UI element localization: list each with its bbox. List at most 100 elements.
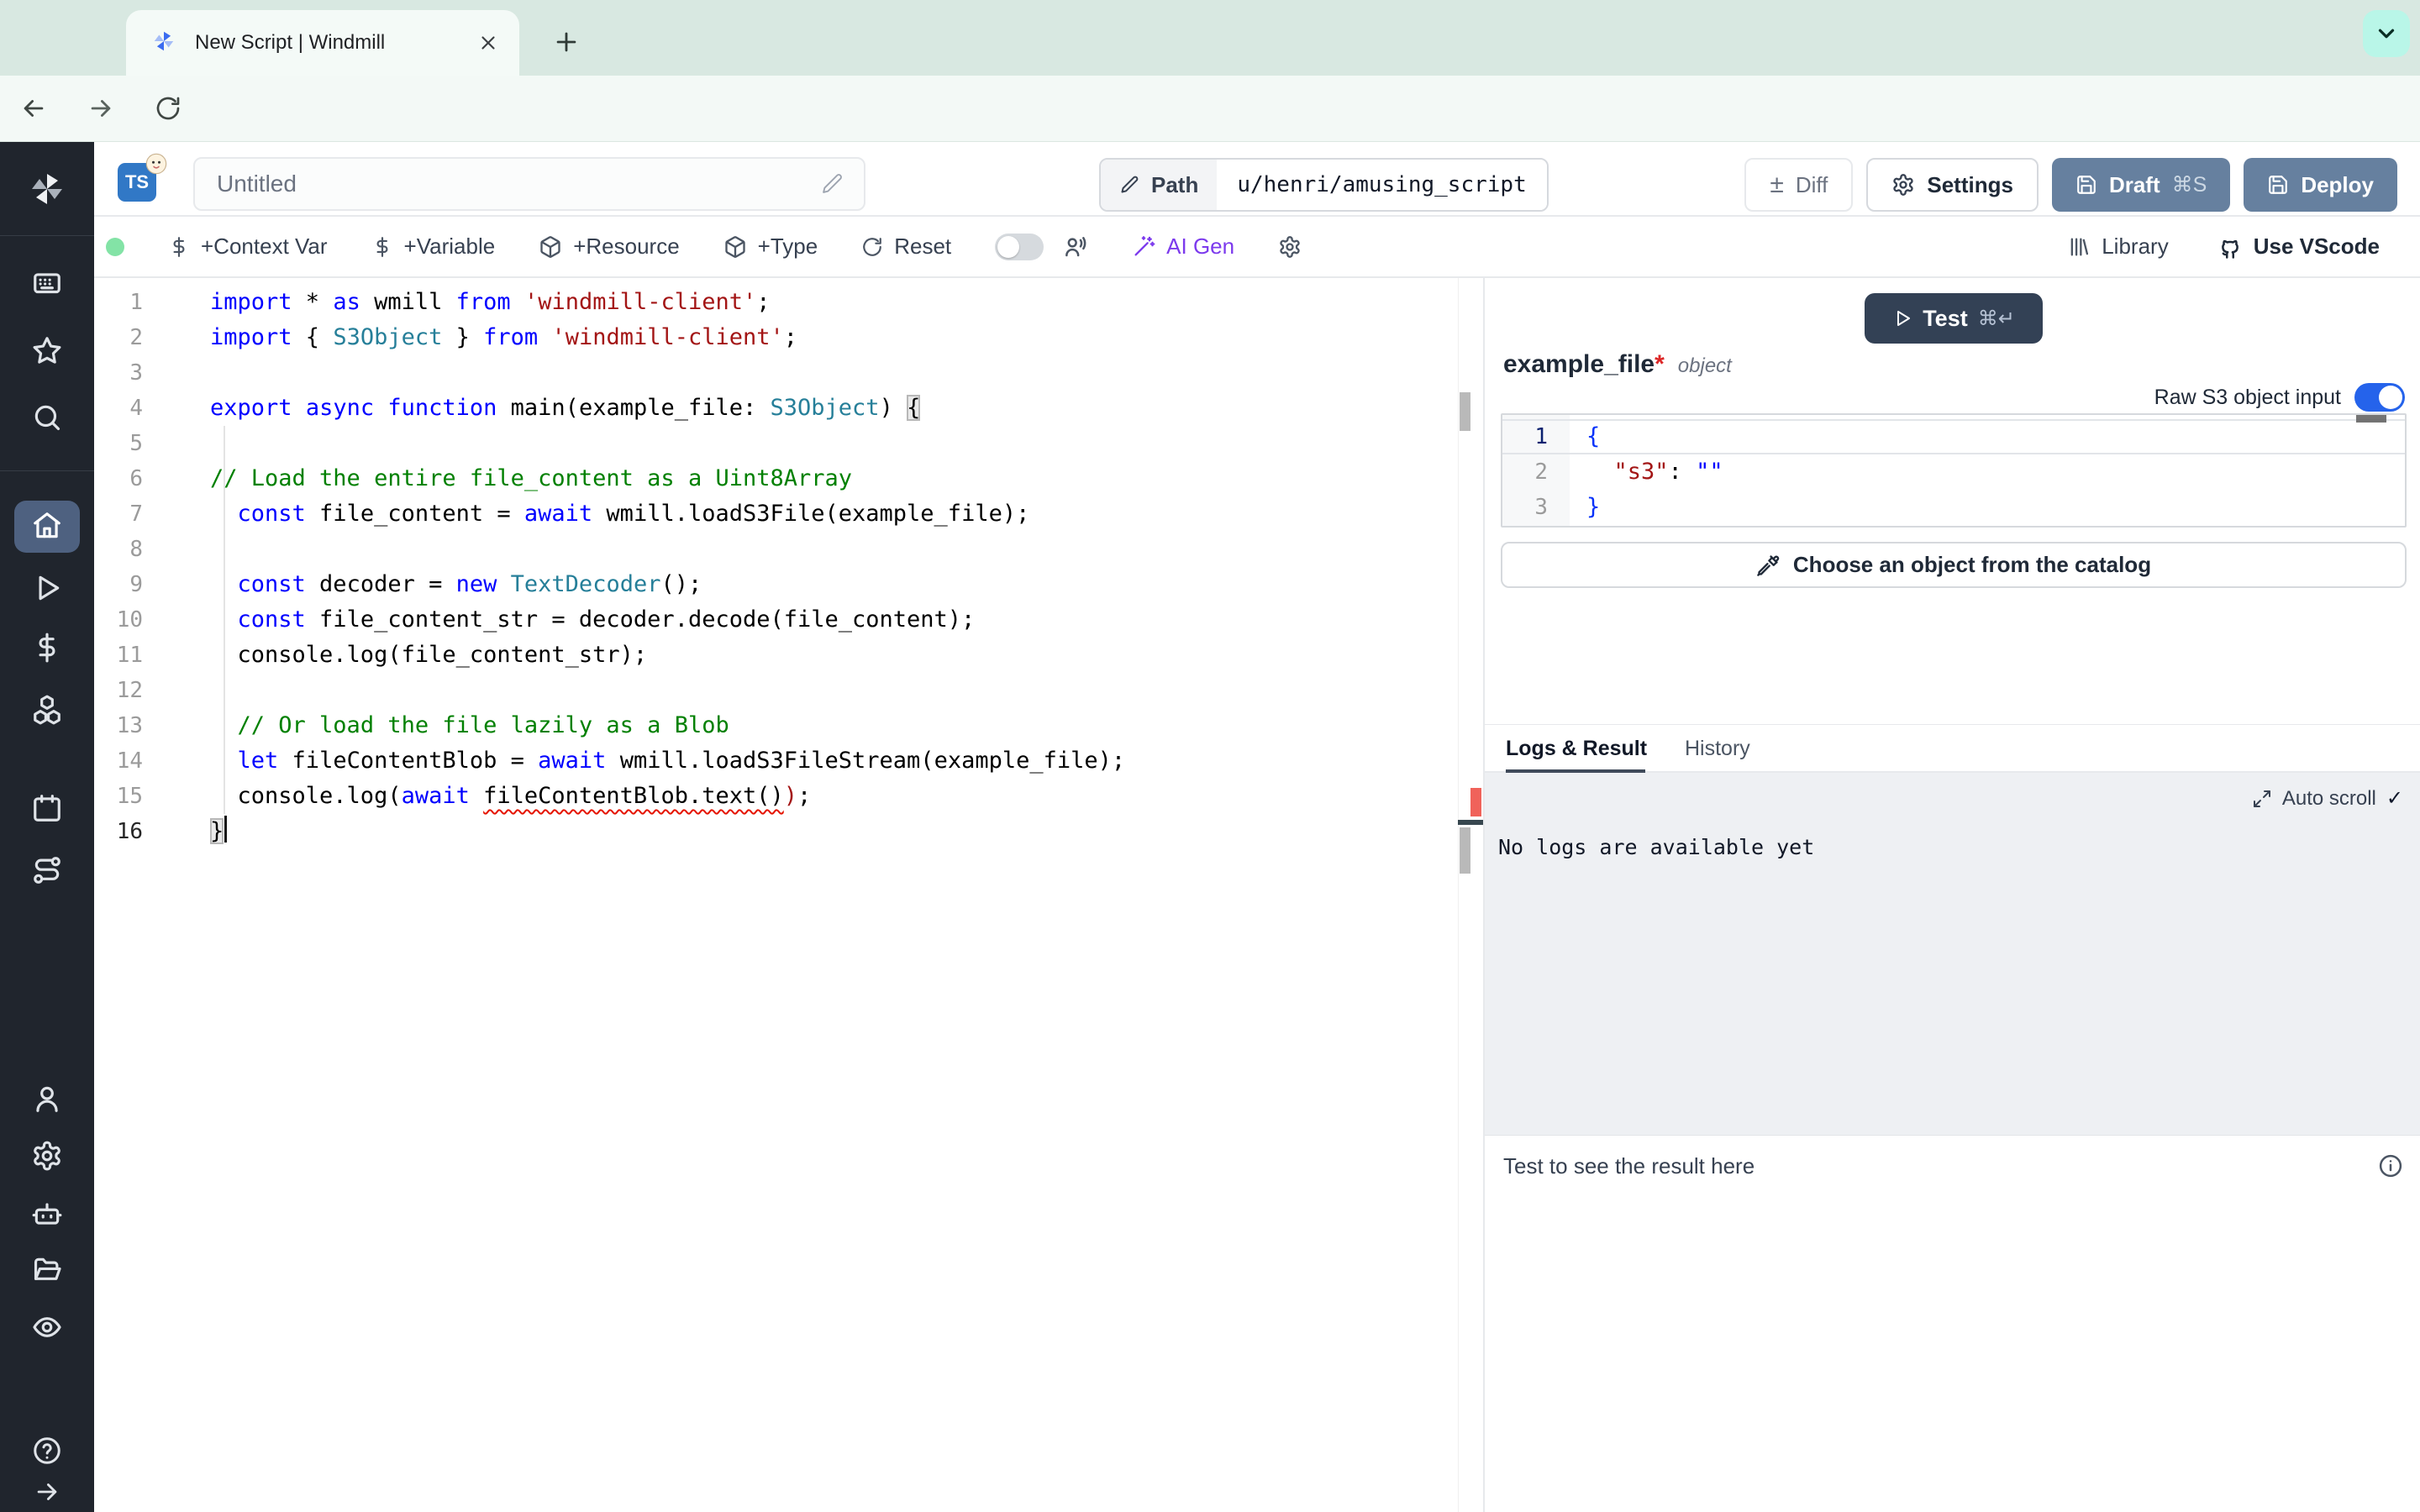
dollar-icon [168, 236, 190, 258]
reload-icon[interactable] [134, 95, 202, 122]
code-line-5[interactable]: 5 [94, 426, 1483, 461]
code-line-13[interactable]: 13 // Or load the file lazily as a Blob [94, 708, 1483, 743]
info-icon[interactable] [2378, 1153, 2403, 1179]
library-icon [2067, 235, 2091, 259]
json-code-lines[interactable]: 1{2 "s3": ""3} [1502, 419, 2405, 525]
editor-settings-button[interactable] [1278, 235, 1302, 259]
code-line-16[interactable]: 16} [94, 814, 1483, 849]
add-context-var-button[interactable]: +Context Var [168, 234, 328, 260]
code-line-7[interactable]: 7 const file_content = await wmill.loadS… [94, 496, 1483, 532]
raw-s3-label: Raw S3 object input [2154, 386, 2341, 410]
pencil-icon [1119, 175, 1139, 195]
sidebar-collapse-button[interactable] [0, 1478, 94, 1506]
code-line-15[interactable]: 15 console.log(await fileContentBlob.tex… [94, 779, 1483, 814]
add-resource-button[interactable]: +Resource [539, 234, 679, 260]
json-arg-editor[interactable]: 1{2 "s3": ""3} [1501, 413, 2407, 528]
add-variable-button[interactable]: +Variable [371, 234, 496, 260]
sidebar-item-settings[interactable] [0, 1140, 94, 1172]
browser-tab[interactable]: New Script | Windmill [126, 10, 519, 76]
multiplayer-toggle[interactable] [995, 234, 1044, 260]
line-text: let fileContentBlob = await wmill.loadS3… [165, 743, 1125, 779]
reset-button[interactable]: Reset [861, 234, 951, 260]
code-editor[interactable]: 1import * as wmill from 'windmill-client… [94, 278, 1483, 1512]
path-chip[interactable]: Path u/henri/amusing_script [1099, 158, 1549, 212]
code-line-10[interactable]: 10 const file_content_str = decoder.deco… [94, 602, 1483, 638]
sidebar-item-runs[interactable] [0, 572, 94, 604]
gear-icon [1891, 173, 1915, 197]
settings-label: Settings [1927, 172, 2013, 198]
code-line-2[interactable]: 2 "s3": "" [1502, 454, 2405, 490]
use-vscode-button[interactable]: Use VScode [2217, 234, 2380, 260]
raw-s3-toggle[interactable] [2354, 383, 2405, 412]
auto-scroll-control[interactable]: Auto scroll ✓ [2252, 786, 2403, 811]
code-line-3[interactable]: 3 [94, 355, 1483, 391]
sidebar-item-favorites[interactable] [0, 334, 94, 366]
browser-url-row: app.windmill.dev/scripts/add#JTdCJTIyaGF… [0, 76, 2420, 142]
home-icon [31, 510, 63, 542]
code-line-9[interactable]: 9 const decoder = new TextDecoder(); [94, 567, 1483, 602]
line-text: // Load the entire file_content as a Uin… [165, 461, 852, 496]
scrollbar-mark[interactable] [1460, 392, 1470, 431]
gear-icon [1278, 235, 1302, 259]
choose-object-button[interactable]: Choose an object from the catalog [1501, 542, 2407, 588]
script-name-input[interactable]: Untitled [193, 157, 865, 211]
scrollbar-thumb[interactable] [1460, 827, 1470, 874]
code-line-11[interactable]: 11 console.log(file_content_str); [94, 638, 1483, 673]
json-scrollbar[interactable] [2356, 415, 2386, 423]
code-line-12[interactable]: 12 [94, 673, 1483, 708]
code-line-4[interactable]: 4export async function main(example_file… [94, 391, 1483, 426]
use-vscode-label: Use VScode [2254, 234, 2380, 260]
sidebar-item-home[interactable] [0, 510, 94, 542]
code-line-3[interactable]: 3} [1502, 490, 2405, 525]
line-number: 2 [1502, 454, 1570, 490]
sidebar-item-resources[interactable] [0, 694, 94, 726]
draft-button[interactable]: Draft ⌘S [2052, 158, 2230, 212]
path-value[interactable]: u/henri/amusing_script [1217, 160, 1546, 210]
add-type-button[interactable]: +Type [723, 234, 818, 260]
sidebar-item-variables[interactable] [0, 632, 94, 664]
tab-logs-result[interactable]: Logs & Result [1506, 726, 1647, 771]
tab-history[interactable]: History [1685, 726, 1750, 771]
code-line-2[interactable]: 2import { S3Object } from 'windmill-clie… [94, 320, 1483, 355]
resource-label: +Resource [573, 234, 679, 260]
sidebar-item-schedules[interactable] [0, 792, 94, 824]
ai-gen-button[interactable]: AI Gen [1132, 234, 1234, 260]
path-button[interactable]: Path [1101, 160, 1217, 210]
sidebar-item-user[interactable] [0, 1083, 94, 1115]
back-icon[interactable] [0, 94, 67, 123]
sidebar-item-help[interactable] [0, 1436, 94, 1466]
code-line-8[interactable]: 8 [94, 532, 1483, 567]
search-icon [31, 402, 63, 433]
sidebar-item-audit-logs[interactable] [0, 1311, 94, 1343]
code-line-6[interactable]: 6// Load the entire file_content as a Ui… [94, 461, 1483, 496]
line-number: 3 [94, 355, 165, 391]
sidebar-item-workspace[interactable] [0, 268, 94, 300]
variable-label: +Variable [404, 234, 496, 260]
sidebar-item-flows[interactable] [0, 854, 94, 886]
test-button[interactable]: Test ⌘↵ [1865, 293, 2043, 344]
script-editor-header: TS Untitled Path u/henri/amusing_script … [94, 142, 2420, 217]
eye-icon [31, 1311, 63, 1343]
gear-icon [31, 1140, 63, 1172]
new-tab-button[interactable] [544, 20, 588, 64]
code-line-14[interactable]: 14 let fileContentBlob = await wmill.loa… [94, 743, 1483, 779]
forward-icon[interactable] [67, 94, 134, 123]
diff-button[interactable]: ± Diff [1744, 158, 1853, 212]
tab-close-icon[interactable] [477, 32, 499, 54]
line-text: import * as wmill from 'windmill-client'… [165, 285, 771, 320]
line-number: 2 [94, 320, 165, 355]
code-line-1[interactable]: 1{ [1502, 419, 2405, 454]
tab-search-chevron-button[interactable] [2363, 10, 2410, 57]
sidebar-item-folders[interactable] [0, 1254, 94, 1286]
line-number: 10 [94, 602, 165, 638]
windmill-logo-icon[interactable] [0, 169, 94, 209]
toolbar-right: Library Use VScode [2067, 234, 2420, 260]
settings-button[interactable]: Settings [1866, 158, 2039, 212]
edit-pencil-icon[interactable] [820, 172, 844, 196]
deploy-button[interactable]: Deploy [2244, 158, 2397, 212]
sidebar-item-workers[interactable] [0, 1198, 94, 1230]
sidebar-item-search[interactable] [0, 402, 94, 433]
code-line-1[interactable]: 1import * as wmill from 'windmill-client… [94, 285, 1483, 320]
code-lines[interactable]: 1import * as wmill from 'windmill-client… [94, 285, 1483, 849]
library-button[interactable]: Library [2067, 234, 2168, 260]
